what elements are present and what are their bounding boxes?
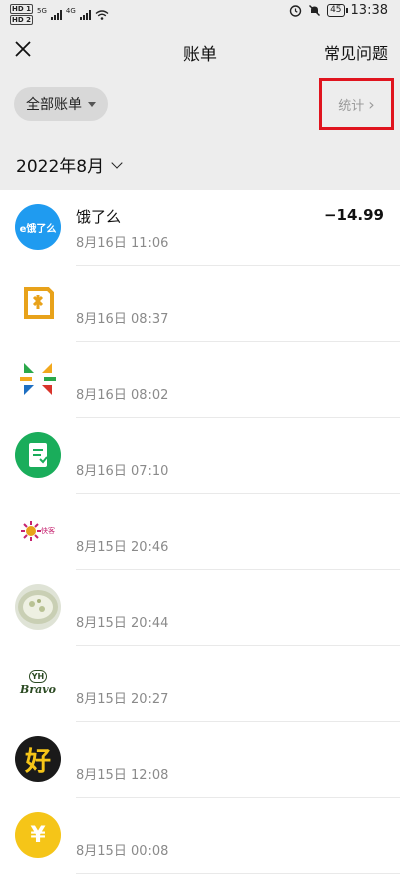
- colorful-arrows-logo-icon: [15, 356, 61, 402]
- hao-logo-text: 好: [24, 746, 51, 777]
- chevron-down-icon: [111, 156, 123, 169]
- all-bills-label: 全部账单: [26, 97, 82, 113]
- sun-logo-text: 快客: [41, 527, 55, 535]
- bravo-yh-badge: YH: [28, 670, 48, 683]
- transaction-time: 8月16日 08:02: [76, 388, 169, 403]
- alarm-icon: [289, 5, 302, 17]
- filter-row: 全部账单 统计 ›: [0, 74, 400, 138]
- transaction-time: 8月16日 11:06: [76, 236, 169, 251]
- all-bills-dropdown[interactable]: 全部账单: [14, 87, 108, 121]
- status-right: 45 13:38: [289, 3, 388, 18]
- hao-logo-icon: 好: [15, 736, 61, 782]
- transaction-row[interactable]: YH Bravo 8月15日 20:27: [0, 646, 400, 722]
- row-divider: [76, 873, 400, 874]
- yuan-coin-logo-icon: ¥: [15, 812, 61, 858]
- transaction-row[interactable]: 8月16日 07:10: [0, 418, 400, 494]
- month-selector[interactable]: 2022年8月: [16, 152, 123, 177]
- sim-stack: HD 1 HD 2: [10, 4, 33, 25]
- stats-label: 统计: [338, 98, 365, 114]
- transaction-row[interactable]: 8月15日 20:44: [0, 570, 400, 646]
- network2-label: 4G: [65, 6, 76, 15]
- transaction-time: 8月15日 20:27: [76, 692, 169, 707]
- transaction-time: 8月16日 08:37: [76, 312, 169, 327]
- transaction-row[interactable]: e饿了么 饿了么 8月16日 11:06 −14.99: [0, 190, 400, 266]
- transaction-row[interactable]: 8月16日 08:02: [0, 342, 400, 418]
- nav-bar: 账单 常见问题: [0, 26, 400, 74]
- transaction-list: e饿了么 饿了么 8月16日 11:06 −14.99 8月16日 08:37 …: [0, 190, 400, 888]
- transaction-time: 8月15日 20:44: [76, 616, 169, 631]
- transaction-row[interactable]: ¥ 8月15日 00:08: [0, 798, 400, 874]
- caret-down-icon: [88, 101, 96, 107]
- yellow-square-logo-icon: [15, 280, 61, 326]
- transaction-time: 8月16日 07:10: [76, 464, 169, 479]
- transaction-row[interactable]: 8月16日 08:37: [0, 266, 400, 342]
- month-header: 2022年8月: [0, 138, 400, 190]
- yuan-coin-text: ¥: [30, 822, 46, 848]
- bravo-name: Bravo: [20, 683, 56, 696]
- signal2-icon: [79, 9, 91, 20]
- sim2-badge: HD 2: [10, 15, 33, 25]
- clock: 13:38: [350, 3, 388, 18]
- transaction-amount: −14.99: [323, 206, 384, 224]
- transaction-row[interactable]: 好 8月15日 12:08: [0, 722, 400, 798]
- battery-icon: 45: [327, 4, 349, 17]
- status-left: HD 1 HD 2 5G 4G: [10, 4, 109, 25]
- transaction-row[interactable]: 快客 8月15日 20:46: [0, 494, 400, 570]
- signal1-icon: [50, 9, 62, 20]
- bravo-logo-icon: YH Bravo: [15, 660, 61, 706]
- transaction-time: 8月15日 12:08: [76, 768, 169, 783]
- sim1-badge: HD 1: [10, 4, 33, 14]
- status-bar: HD 1 HD 2 5G 4G 45 13:38: [0, 0, 400, 26]
- green-receipt-logo-icon: [15, 432, 61, 478]
- eleme-logo-text: e饿了么: [19, 223, 57, 235]
- merchant-name: 饿了么: [76, 208, 122, 226]
- network1-label: 5G: [36, 6, 47, 15]
- transaction-time: 8月15日 20:46: [76, 540, 169, 555]
- food-photo-logo-icon: [15, 584, 61, 630]
- eleme-logo-icon: e饿了么: [15, 204, 61, 250]
- transaction-time: 8月15日 00:08: [76, 844, 169, 859]
- chevron-right-icon: ›: [368, 94, 375, 114]
- faq-link[interactable]: 常见问题: [324, 40, 388, 64]
- mute-icon: [309, 5, 321, 16]
- sun-shop-logo-icon: 快客: [15, 508, 61, 554]
- wifi-icon: [95, 9, 109, 20]
- stats-button[interactable]: 统计 ›: [319, 78, 394, 130]
- month-label: 2022年8月: [16, 157, 105, 177]
